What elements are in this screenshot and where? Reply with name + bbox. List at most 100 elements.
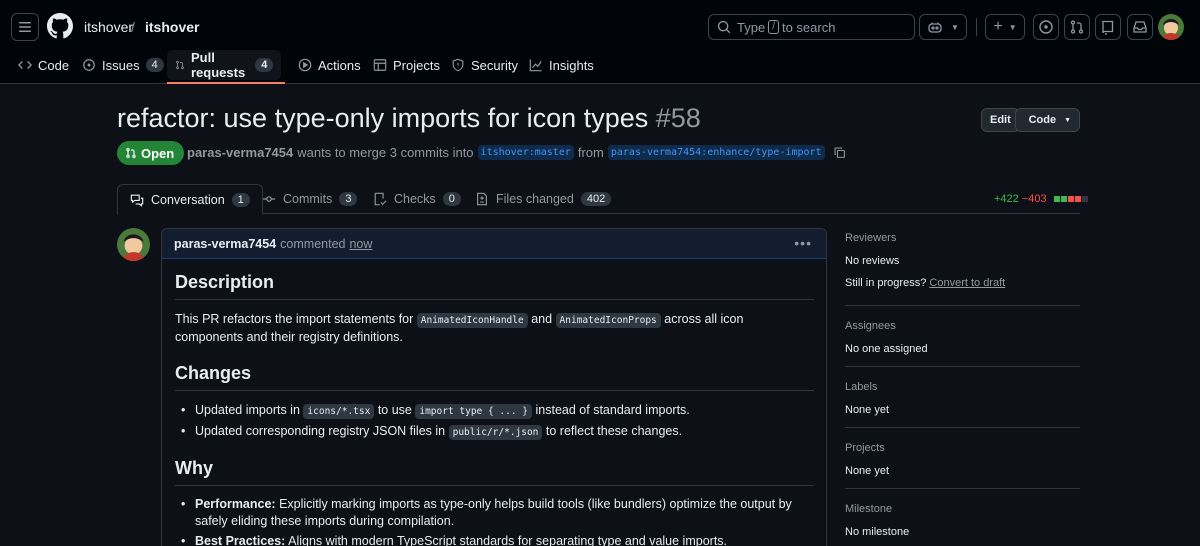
- tab-insights[interactable]: Insights: [521, 50, 602, 80]
- sidebar-divider: [845, 488, 1080, 489]
- inline-code: AnimatedIconProps: [555, 313, 661, 328]
- github-logo-icon[interactable]: [47, 13, 73, 39]
- comment-timestamp[interactable]: now: [349, 237, 372, 251]
- search-placeholder-suffix: to search: [781, 19, 836, 35]
- sidebar-projects[interactable]: Projects None yet: [845, 442, 1080, 477]
- play-icon: [298, 58, 312, 72]
- global-header: itshover / itshover Type / to search ▼ +…: [0, 0, 1200, 84]
- pr-meta: paras-verma7454 wants to merge 3 commits…: [187, 145, 846, 160]
- tab-actions[interactable]: Actions: [290, 50, 369, 80]
- chevron-down-icon: ▼: [951, 22, 959, 32]
- chevron-down-icon: ▼: [1064, 116, 1071, 124]
- tab-issues[interactable]: Issues 4: [74, 50, 172, 80]
- repositories-button[interactable]: [1095, 14, 1121, 40]
- issues-button[interactable]: [1033, 14, 1059, 40]
- code-dropdown-button[interactable]: Code ▼: [1015, 108, 1080, 132]
- menu-button[interactable]: [11, 13, 39, 41]
- reviewers-title[interactable]: Reviewers: [845, 232, 1080, 244]
- sidebar-labels[interactable]: Labels None yet: [845, 381, 1080, 416]
- tab-security-label: Security: [471, 57, 518, 73]
- sidebar-milestone[interactable]: Milestone No milestone: [845, 503, 1080, 538]
- breadcrumb-owner[interactable]: itshover: [84, 19, 133, 35]
- pull-requests-button[interactable]: [1064, 14, 1090, 40]
- breadcrumb-repo[interactable]: itshover: [145, 19, 199, 35]
- kebab-menu-icon[interactable]: •••: [794, 235, 812, 251]
- pr-description-comment: paras-verma7454 commented now ••• Descri…: [161, 228, 827, 546]
- reviewers-value: No reviews: [845, 255, 900, 267]
- inbox-button[interactable]: [1127, 14, 1153, 40]
- convert-to-draft-link[interactable]: Convert to draft: [929, 277, 1005, 289]
- tab-checks[interactable]: Checks 0: [361, 184, 473, 214]
- tab-code[interactable]: Code: [10, 50, 77, 80]
- tab-commits[interactable]: Commits 3: [250, 184, 369, 214]
- inbox-icon: [1133, 21, 1147, 33]
- base-branch[interactable]: itshover:master: [477, 145, 574, 160]
- why-heading: Why: [175, 458, 814, 486]
- code-dropdown-label: Code: [1028, 114, 1057, 126]
- search-shortcut-key: /: [768, 20, 779, 34]
- issue-opened-icon: [1039, 20, 1053, 34]
- milestone-value: No milestone: [845, 526, 910, 538]
- tab-security[interactable]: Security: [443, 50, 526, 80]
- checklist-icon: [374, 192, 387, 206]
- assignees-title[interactable]: Assignees: [845, 320, 1080, 332]
- search-icon: [717, 20, 731, 34]
- tab-pull-requests-label: Pull requests: [190, 50, 246, 80]
- plus-icon: +: [993, 18, 1003, 35]
- tab-pull-requests[interactable]: Pull requests 4: [167, 50, 282, 80]
- tab-projects-label: Projects: [393, 57, 440, 73]
- tab-files-changed-label: Files changed: [496, 192, 574, 206]
- labels-title[interactable]: Labels: [845, 381, 1080, 393]
- comment-discussion-icon: [130, 194, 144, 207]
- tab-checks-label: Checks: [394, 192, 436, 206]
- copilot-button[interactable]: ▼: [919, 14, 967, 40]
- pull-request-icon: [176, 60, 184, 70]
- pr-from-text: from: [577, 145, 604, 160]
- sidebar-reviewers[interactable]: Reviewers No reviews Still in progress? …: [845, 232, 1080, 289]
- pr-state-badge: Open: [117, 141, 185, 165]
- copy-icon[interactable]: [833, 146, 846, 159]
- why-item-label: Best Practices:: [195, 534, 286, 546]
- tab-conversation[interactable]: Conversation 1: [117, 184, 263, 215]
- milestone-title[interactable]: Milestone: [845, 503, 1080, 515]
- tab-actions-label: Actions: [318, 57, 361, 73]
- edit-title-button[interactable]: Edit: [981, 108, 1020, 132]
- repo-icon: [1102, 20, 1114, 35]
- tab-files-changed-count: 402: [580, 192, 612, 206]
- comment-author-avatar[interactable]: [117, 228, 150, 261]
- description-text-1: This PR refactors the import statements …: [175, 312, 414, 326]
- comment-header: paras-verma7454 commented now •••: [162, 229, 826, 259]
- sidebar-assignees[interactable]: Assignees No one assigned: [845, 320, 1080, 355]
- create-new-button[interactable]: + ▼: [985, 14, 1025, 40]
- description-paragraph: This PR refactors the import statements …: [175, 311, 814, 346]
- comment-author[interactable]: paras-verma7454: [174, 237, 276, 251]
- pr-title: refactor: use type-only imports for icon…: [117, 103, 701, 134]
- header-divider: [976, 18, 977, 36]
- user-avatar[interactable]: [1158, 14, 1184, 40]
- head-branch[interactable]: paras-verma7454:enhance/type-import: [607, 145, 825, 160]
- active-tab-underline: [167, 82, 285, 84]
- why-item-label: Performance:: [195, 497, 276, 511]
- why-item-text: Explicitly marking imports as type-only …: [195, 497, 792, 528]
- diffstat-bar: [1053, 196, 1088, 202]
- diffstat: +422 −403: [994, 193, 1088, 205]
- diffstat-deletions: −403: [1021, 193, 1047, 205]
- in-progress-text: Still in progress?: [845, 277, 927, 289]
- tab-insights-label: Insights: [549, 57, 594, 73]
- tab-files-changed[interactable]: Files changed 402: [463, 184, 623, 214]
- projects-title[interactable]: Projects: [845, 442, 1080, 454]
- pr-author-link[interactable]: paras-verma7454: [187, 145, 293, 160]
- sidebar-divider: [845, 427, 1080, 428]
- shield-icon: [452, 58, 464, 72]
- search-input[interactable]: Type / to search: [708, 14, 915, 40]
- git-commit-icon: [262, 196, 276, 202]
- labels-value: None yet: [845, 404, 890, 416]
- why-item-text: Aligns with modern TypeScript standards …: [288, 534, 728, 546]
- list-item: Performance: Explicitly marking imports …: [175, 496, 814, 530]
- tab-commits-count: 3: [339, 192, 358, 206]
- assignees-value: No one assigned: [845, 343, 928, 355]
- list-item: Updated corresponding registry JSON file…: [175, 423, 814, 441]
- tab-projects[interactable]: Projects: [365, 50, 448, 80]
- tab-conversation-count: 1: [231, 192, 250, 207]
- chevron-down-icon: ▼: [1008, 22, 1017, 32]
